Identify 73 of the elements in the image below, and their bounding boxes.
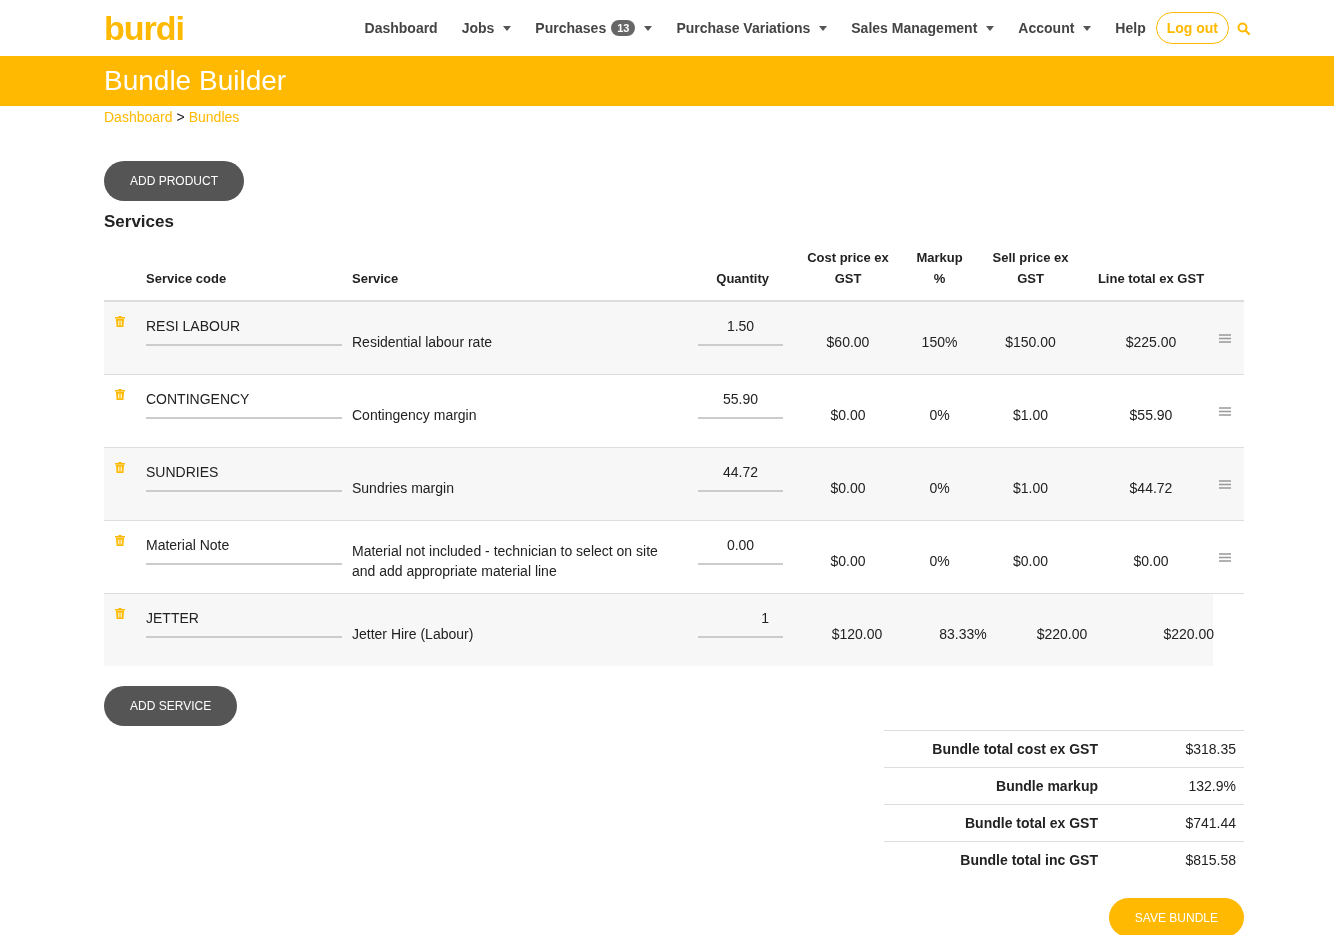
column-header: Service [352,270,400,289]
column-header: Line total ex GST [1096,270,1206,289]
line-total: $44.72 [1128,480,1174,496]
nav-link[interactable]: Purchase Variations [676,20,828,36]
service-name: Sundries margin [352,479,455,498]
service-name: Residential labour rate [352,333,494,352]
count-badge: 13 [611,20,636,36]
markup-value: 0% [928,480,951,496]
sell-price: $1.00 [1011,480,1049,496]
sell-price: $0.00 [1011,553,1049,569]
total-label: Bundle total inc GST [959,852,1098,868]
total-label: Bundle total cost ex GST [931,741,1098,757]
markup-value: 0% [928,407,951,423]
nav-link[interactable]: Help [1115,20,1146,36]
add-service-button[interactable]: ADD SERVICE [104,686,238,726]
trash-icon[interactable] [115,535,125,546]
drag-handle-icon[interactable] [1219,552,1231,562]
trash-icon[interactable] [115,462,125,473]
total-value: $815.58 [1184,852,1236,868]
column-header: Sell price ex GST [991,249,1070,289]
column-header: Markup % [915,249,964,289]
column-header: Service code [146,270,228,289]
quantity-field[interactable]: 1.50 [698,312,783,346]
service-code-field[interactable]: SUNDRIES [146,458,342,492]
nav-link[interactable]: Dashboard [364,20,438,36]
add-product-button[interactable]: ADD PRODUCT [104,161,244,201]
total-value: $741.44 [1184,815,1236,831]
sell-price: $150.00 [1004,334,1057,350]
total-label: Bundle markup [995,778,1098,794]
total-value: $318.35 [1184,741,1236,757]
drag-handle-icon[interactable] [1219,479,1231,489]
sell-price: $220.00 [1035,626,1089,642]
markup-value: 83.33% [938,626,988,642]
drag-handle-icon[interactable] [1219,406,1231,416]
nav-link[interactable]: Jobs [461,20,512,36]
line-total: $55.90 [1128,407,1174,423]
markup-value: 0% [928,553,951,569]
sell-price: $1.00 [1011,407,1049,423]
nav-link[interactable]: Sales Management [851,20,995,36]
markup-value: 150% [920,334,959,350]
cost-price: $0.00 [829,553,867,569]
total-label: Bundle total ex GST [964,815,1098,831]
quantity-field[interactable]: 44.72 [698,458,783,492]
trash-icon[interactable] [115,316,125,327]
line-total: $225.00 [1124,334,1178,350]
section-title: Services [104,212,175,232]
column-header: Quantity [715,270,770,289]
column-header: Cost price ex GST [806,249,890,289]
line-total: $220.00 [1162,626,1214,642]
quantity-field[interactable]: 1 [698,604,783,638]
line-total: $0.00 [1132,553,1170,569]
total-value: 132.9% [1187,778,1236,794]
service-code-field[interactable]: RESI LABOUR [146,312,342,346]
nav-link[interactable]: Purchases 13 [535,20,653,36]
service-name: Material not included - technician to select on site and add appropriate material line [352,542,659,581]
service-name: Contingency margin [352,406,478,425]
breadcrumb-separator: > [176,109,185,125]
cost-price: $0.00 [829,480,867,496]
page-title: Bundle Builder [104,65,288,97]
trash-icon[interactable] [115,608,125,619]
trash-icon[interactable] [115,389,125,400]
cost-price: $120.00 [830,626,884,642]
quantity-field[interactable]: 0.00 [698,531,783,565]
service-code-field[interactable]: CONTINGENCY [146,385,342,419]
nav-link[interactable]: Account [1018,20,1092,36]
drag-handle-icon[interactable] [1219,333,1231,343]
search-icon[interactable] [1237,21,1250,35]
service-code-field[interactable]: Material Note [146,531,342,565]
quantity-field[interactable]: 55.90 [698,385,783,419]
service-name: Jetter Hire (Labour) [352,625,475,644]
cost-price: $0.00 [829,407,867,423]
cost-price: $60.00 [825,334,871,350]
service-code-field[interactable]: JETTER [146,604,342,638]
